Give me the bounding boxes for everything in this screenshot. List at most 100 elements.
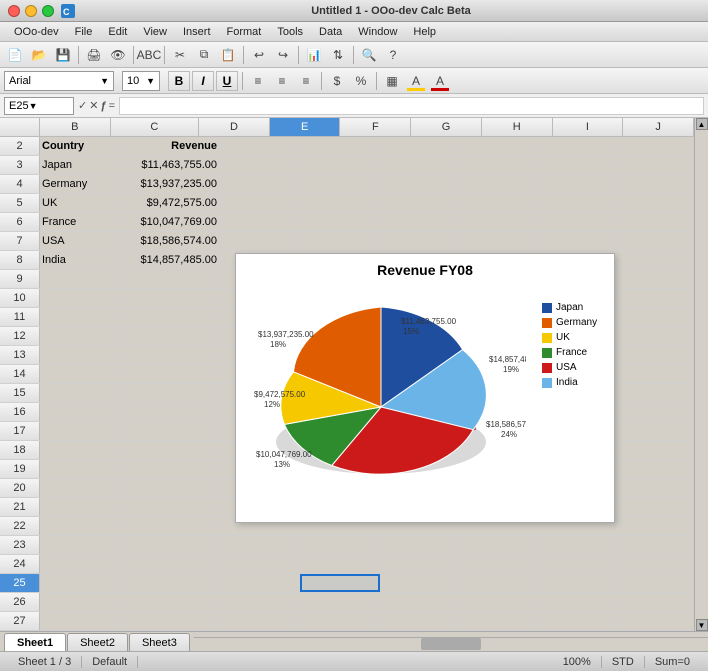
cell-I11[interactable] bbox=[620, 308, 694, 326]
col-header-i[interactable]: I bbox=[553, 118, 624, 136]
row-header[interactable]: 11 bbox=[0, 308, 40, 326]
font-dropdown-icon[interactable]: ▼ bbox=[100, 76, 109, 86]
cell-C11[interactable] bbox=[120, 308, 220, 326]
cell-C7[interactable]: $18,586,574.00 bbox=[120, 232, 220, 250]
formula-reject-icon[interactable]: ✕ bbox=[89, 99, 98, 112]
cell-H23[interactable] bbox=[540, 536, 620, 554]
row-header[interactable]: 2 bbox=[0, 137, 40, 155]
cell-B19[interactable] bbox=[40, 460, 120, 478]
cell-I27[interactable] bbox=[620, 612, 694, 630]
cell-H6[interactable] bbox=[540, 213, 620, 231]
cell-reference-box[interactable]: E25 ▼ bbox=[4, 97, 74, 115]
row-header[interactable]: 4 bbox=[0, 175, 40, 193]
undo-icon[interactable]: ↩ bbox=[248, 44, 270, 66]
cell-B2[interactable]: Country bbox=[40, 137, 120, 155]
cell-H4[interactable] bbox=[540, 175, 620, 193]
cell-C6[interactable]: $10,047,769.00 bbox=[120, 213, 220, 231]
border-icon[interactable]: ▦ bbox=[381, 70, 403, 92]
cell-D5[interactable] bbox=[220, 194, 300, 212]
help-icon[interactable]: ? bbox=[382, 44, 404, 66]
cell-C27[interactable] bbox=[120, 612, 220, 630]
cell-C10[interactable] bbox=[120, 289, 220, 307]
cell-D26[interactable] bbox=[220, 593, 300, 611]
cell-H2[interactable] bbox=[540, 137, 620, 155]
cell-G24[interactable] bbox=[460, 555, 540, 573]
cell-H27[interactable] bbox=[540, 612, 620, 630]
cell-B11[interactable] bbox=[40, 308, 120, 326]
redo-icon[interactable]: ↪ bbox=[272, 44, 294, 66]
cell-C16[interactable] bbox=[120, 403, 220, 421]
function-wizard-icon[interactable]: ƒ bbox=[100, 100, 106, 112]
cell-H3[interactable] bbox=[540, 156, 620, 174]
cell-F7[interactable] bbox=[380, 232, 460, 250]
row-header[interactable]: 18 bbox=[0, 441, 40, 459]
minimize-button[interactable] bbox=[25, 5, 37, 17]
cell-G6[interactable] bbox=[460, 213, 540, 231]
cell-E23[interactable] bbox=[300, 536, 380, 554]
menu-edit[interactable]: Edit bbox=[100, 24, 135, 40]
cell-C15[interactable] bbox=[120, 384, 220, 402]
menu-help[interactable]: Help bbox=[405, 24, 444, 40]
underline-button[interactable]: U bbox=[216, 71, 238, 91]
cell-B5[interactable]: UK bbox=[40, 194, 120, 212]
cell-E3[interactable] bbox=[300, 156, 380, 174]
align-right-icon[interactable]: ≡ bbox=[295, 70, 317, 92]
cell-I6[interactable] bbox=[620, 213, 694, 231]
cell-D7[interactable] bbox=[220, 232, 300, 250]
chart-icon[interactable]: 📊 bbox=[303, 44, 325, 66]
row-header[interactable]: 10 bbox=[0, 289, 40, 307]
row-header[interactable]: 8 bbox=[0, 251, 40, 269]
col-header-f[interactable]: F bbox=[340, 118, 411, 136]
horizontal-scrollbar[interactable] bbox=[194, 637, 708, 651]
cell-F5[interactable] bbox=[380, 194, 460, 212]
spell-icon[interactable]: ABC bbox=[138, 44, 160, 66]
cell-I13[interactable] bbox=[620, 346, 694, 364]
row-header[interactable]: 9 bbox=[0, 270, 40, 288]
cell-H24[interactable] bbox=[540, 555, 620, 573]
font-selector[interactable]: Arial ▼ bbox=[4, 71, 114, 91]
cell-I25[interactable] bbox=[620, 574, 694, 592]
cell-C25[interactable] bbox=[120, 574, 220, 592]
menu-file[interactable]: File bbox=[67, 24, 101, 40]
row-header[interactable]: 5 bbox=[0, 194, 40, 212]
table-row[interactable]: 5UK$9,472,575.00 bbox=[0, 194, 694, 213]
cell-I19[interactable] bbox=[620, 460, 694, 478]
row-header[interactable]: 19 bbox=[0, 460, 40, 478]
menu-app[interactable]: OOo-dev bbox=[6, 24, 67, 40]
cell-I4[interactable] bbox=[620, 175, 694, 193]
cell-E27[interactable] bbox=[300, 612, 380, 630]
cell-B23[interactable] bbox=[40, 536, 120, 554]
font-color-icon[interactable]: A bbox=[429, 70, 451, 92]
cell-I2[interactable] bbox=[620, 137, 694, 155]
cell-I3[interactable] bbox=[620, 156, 694, 174]
cell-H5[interactable] bbox=[540, 194, 620, 212]
percent-icon[interactable]: % bbox=[350, 70, 372, 92]
cell-I26[interactable] bbox=[620, 593, 694, 611]
cell-E5[interactable] bbox=[300, 194, 380, 212]
cell-B16[interactable] bbox=[40, 403, 120, 421]
table-row[interactable]: 2CountryRevenue bbox=[0, 137, 694, 156]
menu-format[interactable]: Format bbox=[219, 24, 270, 40]
cell-D6[interactable] bbox=[220, 213, 300, 231]
table-row[interactable]: 3Japan$11,463,755.00 bbox=[0, 156, 694, 175]
cell-H25[interactable] bbox=[540, 574, 620, 592]
cell-I8[interactable] bbox=[620, 251, 694, 269]
cell-G26[interactable] bbox=[460, 593, 540, 611]
copy-icon[interactable]: ⧉ bbox=[193, 44, 215, 66]
cell-B27[interactable] bbox=[40, 612, 120, 630]
row-header[interactable]: 14 bbox=[0, 365, 40, 383]
open-icon[interactable]: 📂 bbox=[28, 44, 50, 66]
cell-C23[interactable] bbox=[120, 536, 220, 554]
cell-E26[interactable] bbox=[300, 593, 380, 611]
cell-G4[interactable] bbox=[460, 175, 540, 193]
row-header[interactable]: 17 bbox=[0, 422, 40, 440]
italic-button[interactable]: I bbox=[192, 71, 214, 91]
menu-data[interactable]: Data bbox=[311, 24, 350, 40]
cell-G5[interactable] bbox=[460, 194, 540, 212]
cell-G2[interactable] bbox=[460, 137, 540, 155]
new-icon[interactable]: 📄 bbox=[4, 44, 26, 66]
cell-D2[interactable] bbox=[220, 137, 300, 155]
cell-I17[interactable] bbox=[620, 422, 694, 440]
cell-F24[interactable] bbox=[380, 555, 460, 573]
cell-D23[interactable] bbox=[220, 536, 300, 554]
